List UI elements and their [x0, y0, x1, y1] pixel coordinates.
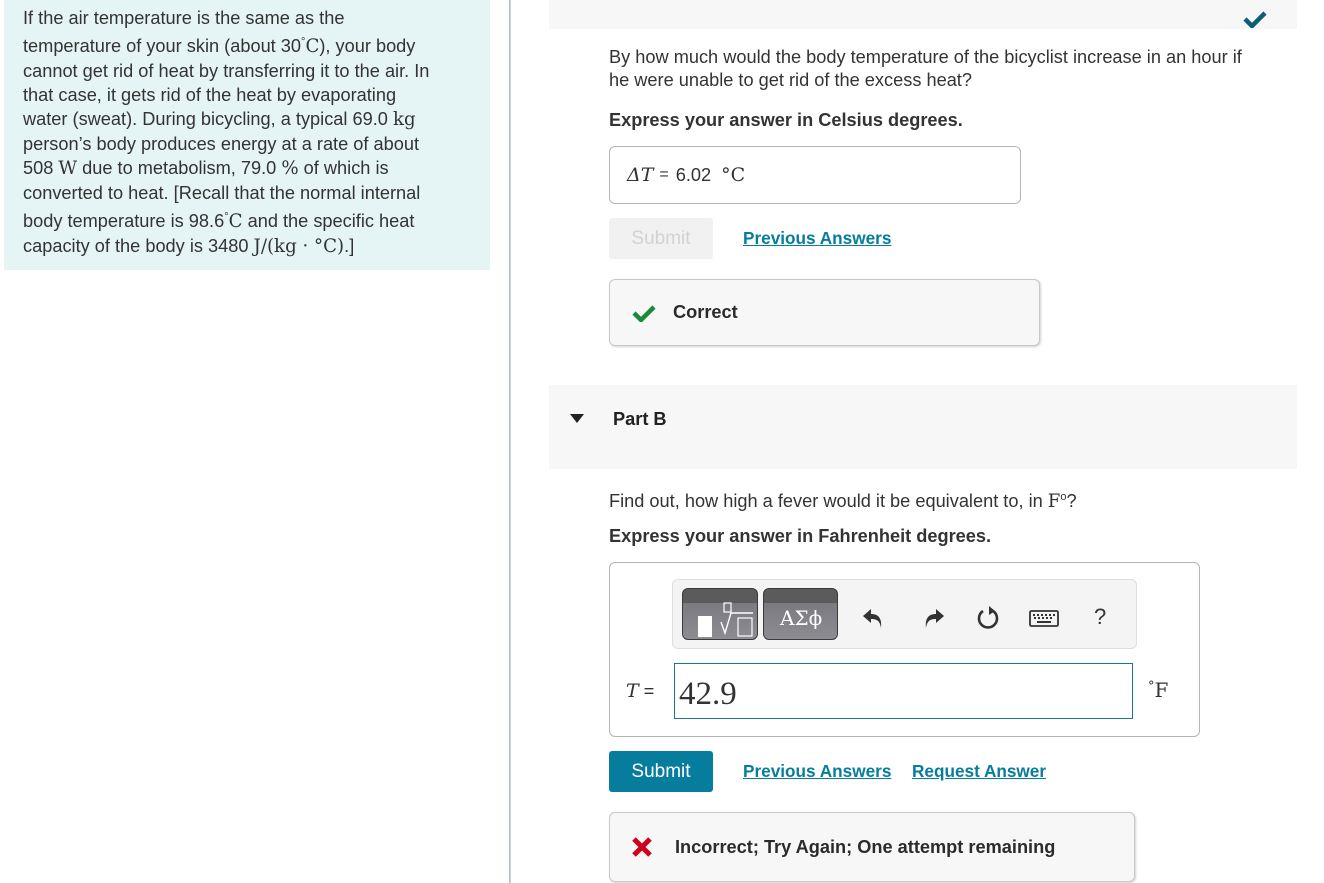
unit-math: W: [58, 158, 78, 179]
question-line: he were unable to get rid of the excess …: [609, 70, 972, 90]
part-b-submit-button[interactable]: Submit: [609, 751, 713, 792]
text: capacity of the body is 3480: [23, 236, 254, 256]
part-b-previous-answers-link[interactable]: Previous Answers: [743, 761, 891, 782]
feedback-text: Correct: [673, 302, 738, 322]
checkmark-icon: [632, 304, 656, 322]
problem-line: If the air temperature is the same as th…: [23, 8, 345, 28]
unit-math: C: [305, 36, 320, 57]
problem-line: water (sweat). During bicycling, a typic…: [23, 107, 472, 132]
unit-math: J/(kg · °C): [253, 236, 345, 257]
problem-line: body temperature is 98.6°C and the speci…: [23, 205, 472, 234]
part-b-question: Find out, how high a fever would it be e…: [609, 486, 1077, 513]
problem-statement: If the air temperature is the same as th…: [4, 0, 490, 270]
part-a-answer-display: ΔT = 6.02 °C: [609, 146, 1021, 204]
undo-icon[interactable]: [861, 605, 887, 631]
part-a-instruction: Express your answer in Celsius degrees.: [609, 110, 963, 130]
panel-divider[interactable]: [509, 0, 511, 883]
equals-sign: =: [643, 681, 655, 701]
text: of which is: [298, 158, 389, 178]
question-line: By how much would the body temperature o…: [609, 47, 1242, 67]
part-a-feedback: Correct: [609, 279, 1040, 346]
request-answer-link[interactable]: Request Answer: [912, 761, 1046, 782]
text: ), your body: [319, 36, 416, 56]
text: temperature of your skin (about 30: [23, 36, 302, 56]
symbols-button[interactable]: ΑΣϕ: [763, 588, 838, 640]
part-a-submit-button[interactable]: Submit: [609, 218, 713, 259]
caret-down-icon[interactable]: [570, 414, 584, 424]
fraction-root-template-icon: [698, 602, 753, 637]
part-a-question: By how much would the body temperature o…: [609, 46, 1242, 92]
text: body temperature is 98.6: [23, 211, 225, 231]
text: and the specific heat: [242, 211, 415, 231]
unit-math: C: [228, 211, 243, 232]
unit-math: F: [1047, 491, 1061, 512]
unit-math: %: [281, 158, 299, 179]
text: Find out, how high a fever would it be e…: [609, 491, 1048, 511]
text: water (sweat). During bicycling, a typic…: [23, 109, 393, 129]
templates-button[interactable]: [682, 588, 758, 640]
x-mark-icon: [632, 837, 652, 857]
problem-line: converted to heat. [Recall that the norm…: [23, 183, 421, 203]
answer-unit: °C: [721, 164, 746, 186]
keyboard-icon[interactable]: [1029, 605, 1059, 631]
problem-line: cannot get rid of heat by transferring i…: [23, 61, 430, 81]
answer-unit: °F: [1148, 678, 1168, 702]
answer-value: 6.02: [675, 164, 712, 185]
answer-variable: T: [626, 680, 639, 702]
answer-label: T =: [626, 680, 654, 702]
text: .]: [344, 236, 355, 256]
equals-sign: =: [659, 166, 669, 183]
problem-line: capacity of the body is 3480 J/(kg · °C)…: [23, 234, 472, 259]
part-b-title: Part B: [613, 409, 667, 429]
text: ?: [1066, 491, 1077, 511]
problem-line: 508 W due to metabolism, 79.0 % of which…: [23, 156, 472, 181]
part-b-answer-input[interactable]: [674, 663, 1133, 719]
redo-icon[interactable]: [920, 605, 946, 631]
answer-variable: ΔT: [627, 164, 654, 186]
text: due to metabolism, 79.0: [77, 158, 282, 178]
problem-line: that case, it gets rid of the heat by ev…: [23, 85, 397, 105]
reset-icon[interactable]: [975, 605, 1001, 631]
help-button[interactable]: ?: [1094, 604, 1120, 630]
part-b-instruction: Express your answer in Fahrenheit degree…: [609, 526, 992, 546]
problem-line: person’s body produces energy at a rate …: [23, 134, 420, 154]
part-a-header[interactable]: [549, 0, 1297, 29]
part-a-previous-answers-link[interactable]: Previous Answers: [743, 228, 891, 249]
feedback-text: Incorrect; Try Again; One attempt remain…: [675, 836, 1056, 857]
unit-math: kg: [392, 109, 416, 130]
part-b-feedback: Incorrect; Try Again; One attempt remain…: [609, 812, 1135, 882]
checkmark-icon: [1243, 11, 1267, 28]
problem-line: temperature of your skin (about 30°C), y…: [23, 30, 472, 59]
unit-letter: F: [1154, 678, 1169, 702]
greek-symbols-icon: ΑΣϕ: [780, 606, 823, 630]
text: 508: [23, 158, 59, 178]
